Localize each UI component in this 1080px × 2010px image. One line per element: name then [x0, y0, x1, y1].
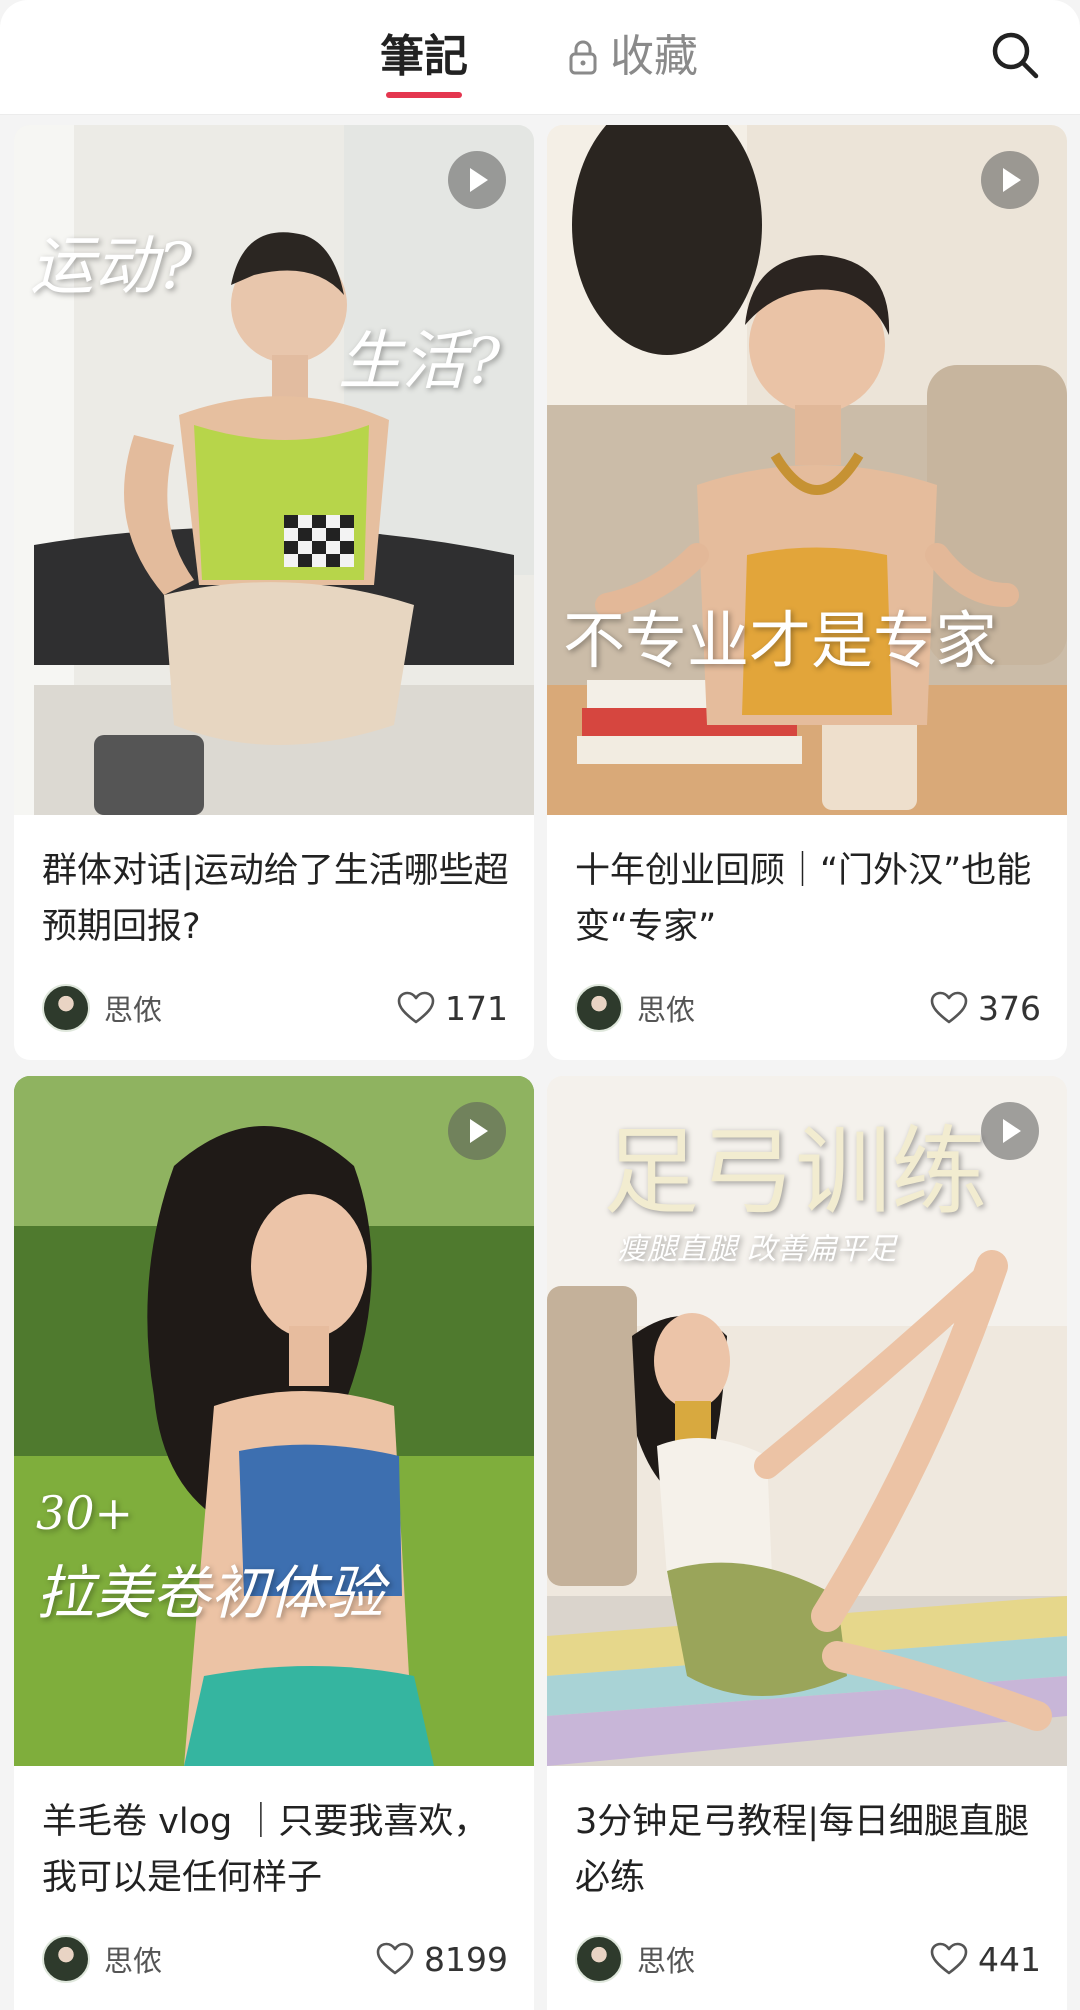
note-meta: 思侬 171	[42, 983, 508, 1033]
note-card[interactable]: 30+ 拉美卷初体验 羊毛卷 vlog ｜只要我喜欢，我可以是任何样子 思侬 8…	[14, 1076, 534, 2010]
cover-photo	[14, 1076, 534, 1766]
video-play-icon	[448, 151, 506, 209]
tab-collections[interactable]: 收藏	[568, 26, 698, 88]
video-play-icon	[981, 1102, 1039, 1160]
cover-photo	[547, 125, 1067, 815]
note-title[interactable]: 群体对话|运动给了生活哪些超预期回报?	[42, 843, 510, 955]
note-title[interactable]: 羊毛卷 vlog ｜只要我喜欢，我可以是任何样子	[42, 1794, 510, 1906]
active-tab-indicator	[386, 92, 462, 98]
author-avatar[interactable]	[42, 984, 90, 1032]
cover-overlay-text: 瘦腿直腿 改善扁平足	[617, 1232, 897, 1267]
note-meta: 思侬 8199	[42, 1934, 508, 1984]
author-name[interactable]: 思侬	[637, 1938, 930, 1980]
note-cover-image[interactable]: 不专业才是专家	[547, 125, 1067, 815]
cover-overlay-text: 拉美卷初体验	[36, 1559, 385, 1627]
heart-icon	[376, 1942, 414, 1975]
cover-overlay-text: 足弓训练	[603, 1116, 987, 1228]
author-name[interactable]: 思侬	[104, 1938, 376, 1980]
like-count: 171	[445, 988, 508, 1028]
like-button[interactable]: 441	[930, 1940, 1041, 1979]
note-cover-image[interactable]: 运动? 生活?	[14, 125, 534, 815]
like-button[interactable]: 171	[397, 989, 508, 1028]
heart-icon	[930, 991, 968, 1024]
author-avatar[interactable]	[575, 984, 623, 1032]
cover-overlay-text: 不专业才是专家	[563, 604, 998, 677]
tab-notes-label: 筆記	[380, 31, 468, 82]
note-cover-image[interactable]: 足弓训练 瘦腿直腿 改善扁平足	[547, 1076, 1067, 1766]
heart-icon	[397, 991, 435, 1024]
tab-collections-label: 收藏	[610, 31, 698, 82]
cover-overlay-text: 生活?	[338, 325, 501, 399]
author-avatar[interactable]	[575, 1935, 623, 1983]
heart-icon	[930, 1942, 968, 1975]
author-name[interactable]: 思侬	[104, 987, 397, 1029]
author-name[interactable]: 思侬	[637, 987, 930, 1029]
note-title[interactable]: 十年创业回顾｜“门外汉”也能变“专家”	[575, 843, 1043, 955]
note-card[interactable]: 足弓训练 瘦腿直腿 改善扁平足 3分钟足弓教程|每日细腿直腿必练 思侬 441	[547, 1076, 1067, 2010]
lock-icon	[569, 40, 597, 75]
note-meta: 思侬 376	[575, 983, 1041, 1033]
video-play-icon	[981, 151, 1039, 209]
author-avatar[interactable]	[42, 1935, 90, 1983]
like-button[interactable]: 376	[930, 989, 1041, 1028]
note-title[interactable]: 3分钟足弓教程|每日细腿直腿必练	[575, 1794, 1043, 1906]
cover-overlay-text: 30+	[36, 1486, 134, 1540]
like-count: 441	[978, 1939, 1041, 1979]
note-meta: 思侬 441	[575, 1934, 1041, 1984]
note-card[interactable]: 运动? 生活? 群体对话|运动给了生活哪些超预期回报? 思侬 171	[14, 125, 534, 1060]
tab-notes[interactable]: 筆記	[380, 26, 468, 98]
like-count: 8199	[424, 1939, 508, 1979]
cover-overlay-text: 运动?	[30, 230, 193, 304]
like-count: 376	[978, 988, 1041, 1028]
video-play-icon	[448, 1102, 506, 1160]
note-card[interactable]: 不专业才是专家 十年创业回顾｜“门外汉”也能变“专家” 思侬 376	[547, 125, 1067, 1060]
search-icon[interactable]	[990, 30, 1040, 80]
note-cover-image[interactable]: 30+ 拉美卷初体验	[14, 1076, 534, 1766]
top-bar: 筆記 收藏	[0, 0, 1080, 115]
like-button[interactable]: 8199	[376, 1940, 508, 1979]
